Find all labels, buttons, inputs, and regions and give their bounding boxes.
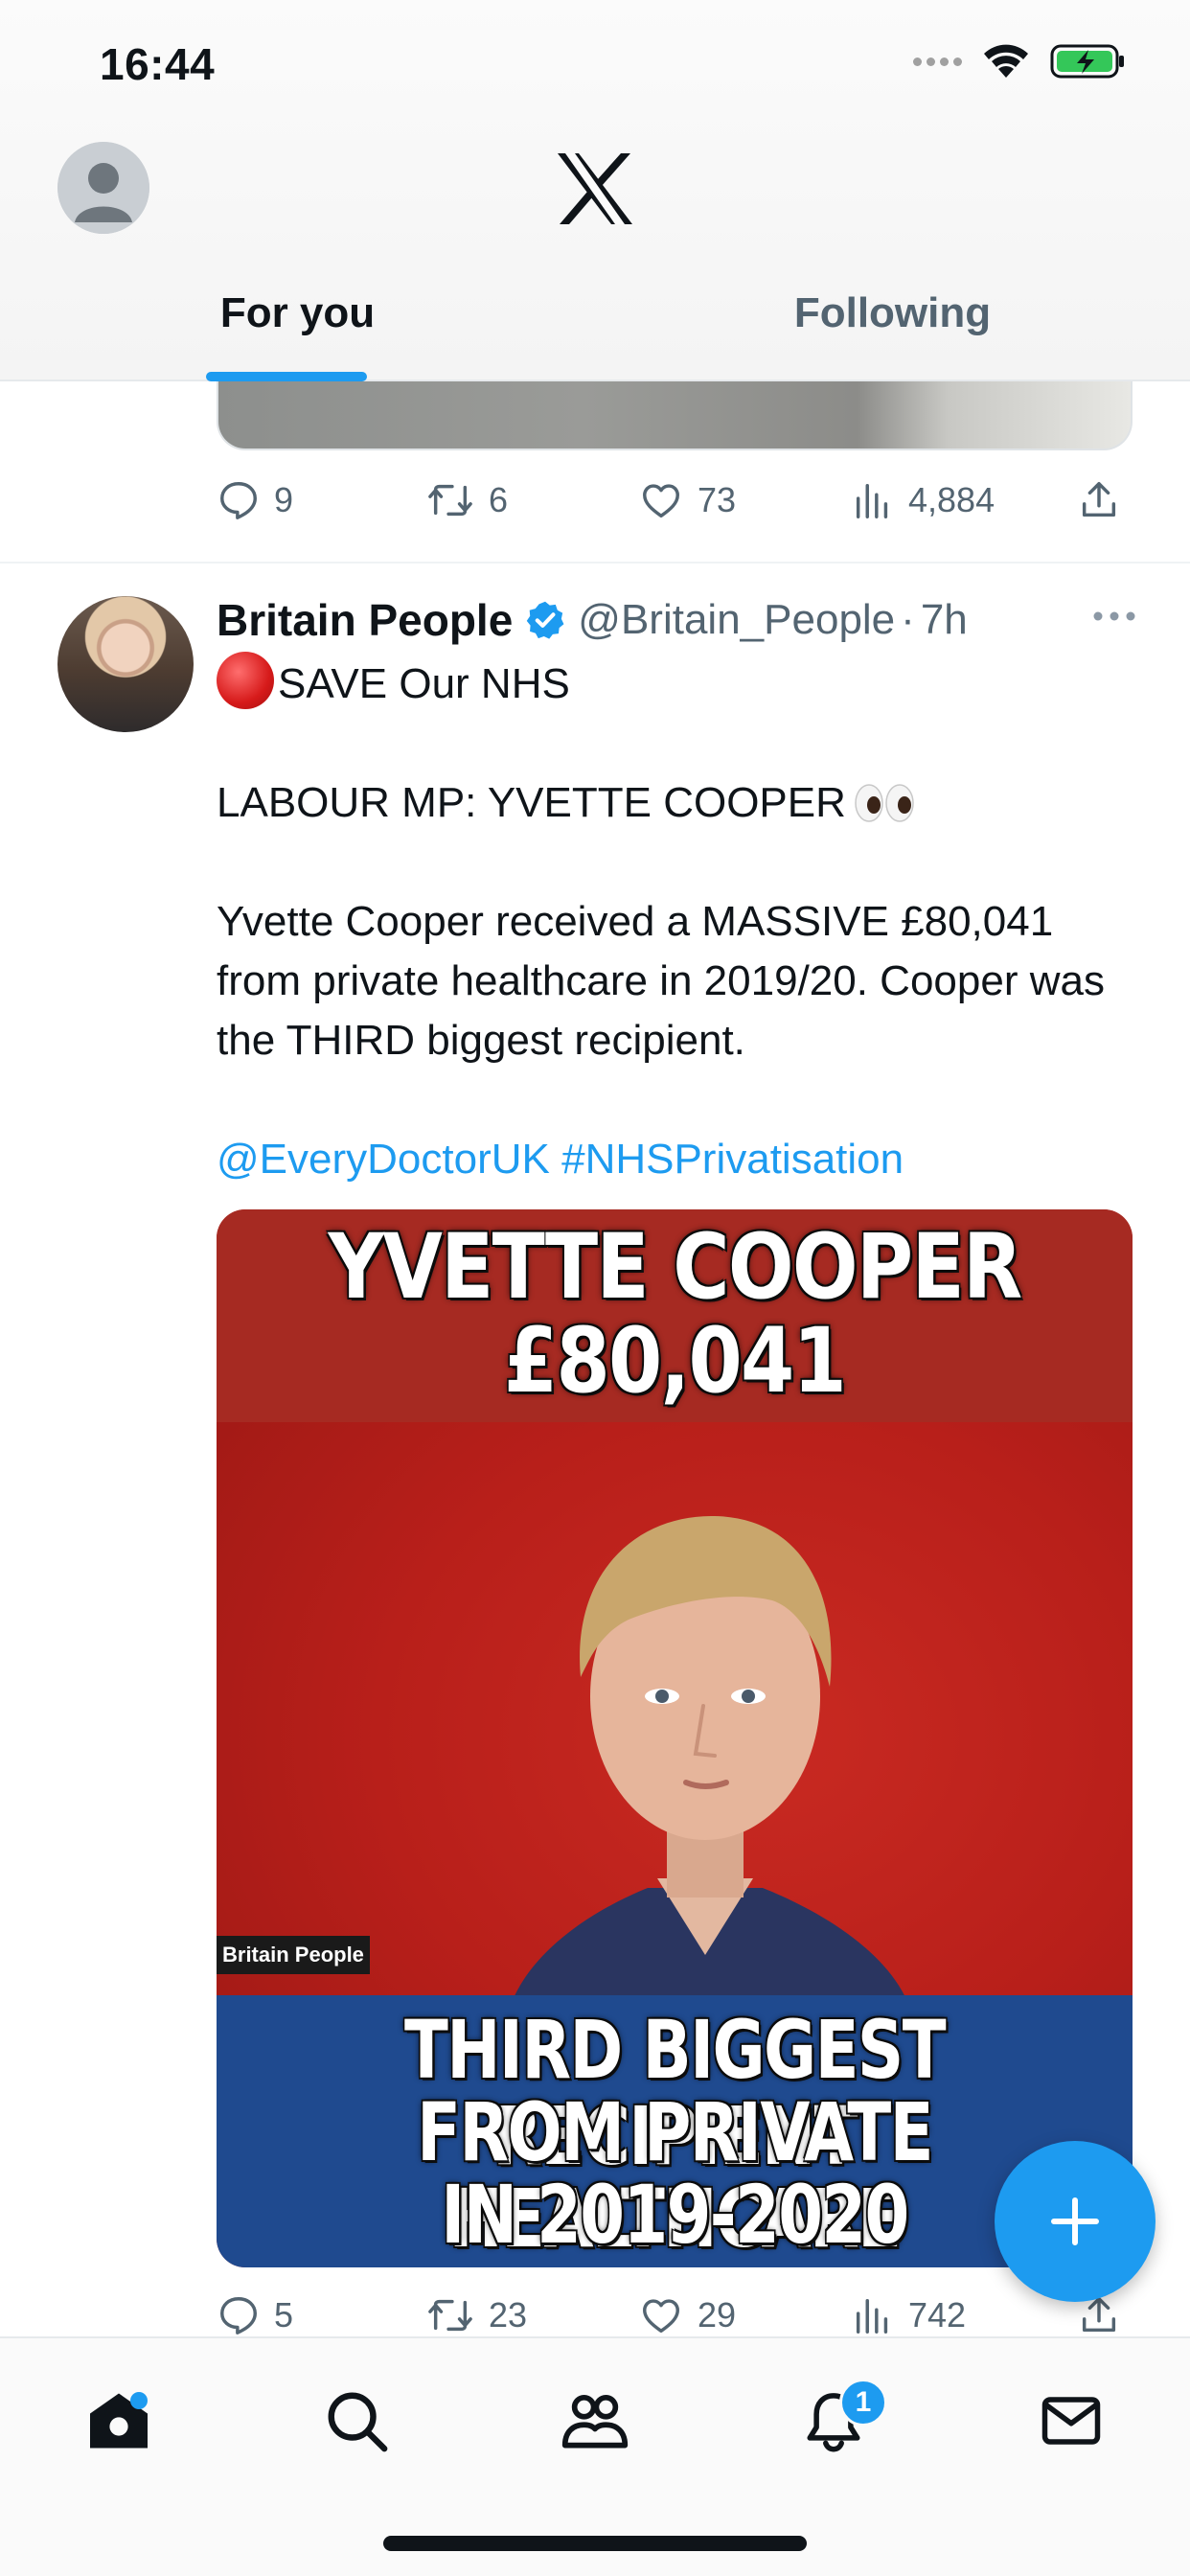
status-indicators	[913, 42, 1127, 80]
nav-communities[interactable]	[547, 2373, 643, 2469]
battery-charging-icon	[1050, 44, 1124, 79]
home-unread-dot	[130, 2392, 148, 2409]
plus-icon	[1051, 2197, 1099, 2245]
nav-notifications[interactable]: 1	[786, 2373, 887, 2469]
reply-count: 9	[274, 480, 294, 519]
author-name[interactable]: Britain People	[217, 594, 513, 646]
tab-for-you[interactable]: For you	[0, 278, 595, 381]
views-chart-icon	[856, 2298, 888, 2334]
timeline-tabs: For you Following	[0, 278, 1190, 381]
previous-tweet-actions: 9 6 73 4,884	[217, 472, 1136, 529]
tab-for-you-label: For you	[219, 289, 376, 336]
image-watermark: Britain People	[217, 1936, 370, 1974]
reply-button[interactable]: 9	[217, 478, 425, 522]
status-time: 16:44	[100, 39, 216, 89]
tweet-text-line: LABOUR MP: YVETTE COOPER	[217, 773, 1136, 833]
tab-following-label: Following	[793, 289, 992, 336]
previous-tweet-media[interactable]	[217, 381, 1133, 450]
views-button[interactable]: 4,884	[851, 478, 1077, 522]
tweet-text-paragraph: Yvette Cooper received a MASSIVE £80,041…	[217, 898, 1105, 1064]
notifications-badge: 1	[839, 2379, 887, 2426]
share-icon	[1082, 482, 1116, 518]
image-caption-line: IN 2019-2020	[441, 2168, 909, 2262]
repost-icon	[428, 484, 472, 517]
repost-button[interactable]: 6	[425, 478, 638, 522]
repost-count: 23	[489, 2295, 528, 2334]
share-button[interactable]	[1077, 478, 1121, 522]
mention-link[interactable]: @EveryDoctorUK	[217, 1136, 550, 1183]
reply-button[interactable]: 5	[217, 2293, 425, 2337]
tweet-text: SAVE Our NHS LABOUR MP: YVETTE COOPER Yv…	[217, 652, 1136, 1189]
tweet-time: 7h	[920, 596, 968, 643]
like-count: 73	[698, 480, 737, 519]
tweet-text-line: SAVE Our NHS	[217, 652, 1136, 714]
author-avatar[interactable]	[57, 596, 194, 732]
reply-icon	[220, 2297, 257, 2334]
repost-icon	[428, 2299, 472, 2332]
like-count: 29	[698, 2295, 737, 2334]
author-handle: @Britain_People · 7h	[578, 596, 968, 643]
tab-following[interactable]: Following	[595, 278, 1190, 380]
x-logo-icon[interactable]	[556, 151, 634, 226]
mail-icon	[1041, 2397, 1101, 2445]
active-tab-indicator	[206, 372, 367, 381]
profile-avatar[interactable]	[57, 142, 149, 234]
more-options-icon[interactable]	[1092, 610, 1136, 623]
tweet-header: Britain People @Britain_People · 7h	[217, 588, 1136, 652]
like-button[interactable]: 29	[638, 2293, 851, 2337]
reply-icon	[220, 482, 257, 519]
red-circle-emoji-icon	[217, 652, 274, 709]
heart-icon	[643, 484, 679, 518]
wifi-icon	[984, 44, 1028, 78]
views-chart-icon	[856, 483, 888, 518]
cellular-signal-icon	[913, 57, 962, 66]
status-bar: 16:44	[0, 0, 1190, 134]
nav-messages[interactable]	[1023, 2373, 1119, 2469]
hashtag-link[interactable]: #NHSPrivatisation	[561, 1136, 904, 1183]
verified-badge-icon	[527, 601, 564, 639]
compose-post-button[interactable]	[995, 2141, 1156, 2302]
heart-icon	[643, 2299, 679, 2334]
views-count: 742	[908, 2295, 967, 2334]
search-icon	[328, 2392, 388, 2452]
nav-search[interactable]	[309, 2373, 404, 2469]
views-count: 4,884	[908, 480, 995, 519]
like-button[interactable]: 73	[638, 478, 851, 522]
views-button[interactable]: 742	[851, 2293, 1077, 2337]
portrait-illustration	[504, 1515, 916, 2032]
tweet-actions: 5 23 29 742	[217, 2287, 1136, 2344]
tweet-image[interactable]: YVETTE COOPER £80,041 Britain People THI…	[217, 1209, 1133, 2267]
repost-count: 6	[489, 480, 509, 519]
home-indicator[interactable]	[383, 2536, 807, 2551]
tweet-divider	[0, 562, 1190, 564]
reply-count: 5	[274, 2295, 294, 2334]
image-headline-amount: £80,041	[503, 1309, 847, 1414]
repost-button[interactable]: 23	[425, 2293, 638, 2337]
eyes-emoji-icon	[855, 784, 914, 822]
nav-home[interactable]	[71, 2373, 167, 2469]
image-headline-name: YVETTE COOPER	[328, 1215, 1023, 1320]
communities-icon	[561, 2394, 629, 2449]
default-avatar-icon	[57, 142, 149, 234]
